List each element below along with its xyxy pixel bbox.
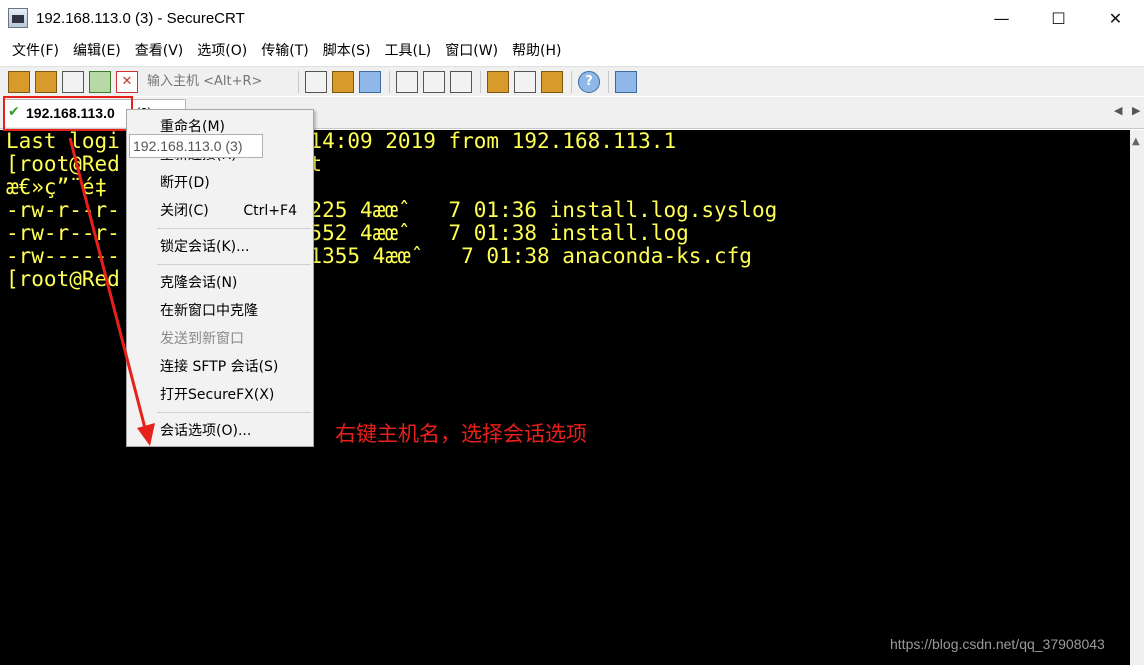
- toolbar-separator: [608, 70, 609, 93]
- ctx-lock-session[interactable]: 锁定会话(K)...: [127, 234, 313, 260]
- host-input[interactable]: [143, 70, 291, 93]
- menu-file[interactable]: 文件(F): [5, 38, 66, 64]
- ctx-clone-new-window[interactable]: 在新窗口中克隆: [127, 298, 313, 324]
- connect-icon[interactable]: [8, 70, 30, 93]
- menu-bar: 文件(F) 编辑(E) 查看(V) 选项(O) 传输(T) 脚本(S) 工具(L…: [0, 37, 1144, 65]
- ctx-lock-session-label: 锁定会话(K)...: [160, 239, 250, 255]
- sftp-icon[interactable]: [615, 70, 637, 93]
- ctx-clone-session-label: 克隆会话(N): [160, 275, 238, 291]
- global-options-icon[interactable]: [514, 70, 536, 93]
- terminal-line: [root@Red: [6, 267, 120, 291]
- maximize-button[interactable]: ☐: [1030, 0, 1087, 36]
- toolbar-separator: [298, 70, 299, 93]
- paste-icon[interactable]: [332, 70, 354, 93]
- help-question-glyph: ?: [585, 74, 593, 89]
- watermark: https://blog.csdn.net/qq_37908043: [890, 636, 1105, 652]
- annotation-text: 右键主机名，选择会话选项: [335, 422, 587, 446]
- session-options-icon[interactable]: [487, 70, 509, 93]
- menu-separator: [157, 412, 311, 413]
- ctx-clone-new-window-label: 在新窗口中克隆: [160, 303, 258, 319]
- ctx-open-securefx[interactable]: 打开SecureFX(X): [127, 382, 313, 408]
- ctx-close[interactable]: 关闭(C) Ctrl+F4: [127, 198, 313, 224]
- connect-in-tab-icon[interactable]: [62, 70, 84, 93]
- quick-connect-icon[interactable]: [35, 70, 57, 93]
- window-title: 192.168.113.0 (3) - SecureCRT: [36, 9, 245, 27]
- print-selection-icon[interactable]: [423, 70, 445, 93]
- ctx-disconnect[interactable]: 断开(D): [127, 170, 313, 196]
- scroll-up-icon[interactable]: ▲: [1132, 136, 1140, 147]
- toolbar-separator: [480, 70, 481, 93]
- toolbar-separator: [571, 70, 572, 93]
- menu-window[interactable]: 窗口(W): [438, 38, 505, 64]
- tab-scroll-right-icon[interactable]: ▶: [1132, 104, 1140, 117]
- vertical-scrollbar[interactable]: ▲: [1130, 130, 1144, 665]
- ctx-open-securefx-label: 打开SecureFX(X): [160, 387, 275, 403]
- toolbar: ✕ ?: [0, 66, 1144, 96]
- terminal-line: -rw-r--r- t 10225 4æœˆ 7 01:36 install.l…: [6, 198, 778, 222]
- toolbar-separator: [389, 70, 390, 93]
- ctx-clone-session[interactable]: 克隆会话(N): [127, 270, 313, 296]
- reconnect-icon[interactable]: [89, 70, 111, 93]
- tab-scroll-left-icon[interactable]: ◀: [1114, 104, 1122, 117]
- ctx-rename-label: 重命名(M): [160, 119, 226, 135]
- securecrt-window: 192.168.113.0 (3) - SecureCRT — ☐ ✕ 文件(F…: [0, 0, 1144, 665]
- menu-options[interactable]: 选项(O): [190, 38, 254, 64]
- keymap-icon[interactable]: [541, 70, 563, 93]
- menu-separator: [157, 228, 311, 229]
- find-icon[interactable]: [359, 70, 381, 93]
- menu-transfer[interactable]: 传输(T): [254, 38, 315, 64]
- disconnect-icon[interactable]: ✕: [116, 70, 138, 93]
- print-screen-icon[interactable]: [396, 70, 418, 93]
- menu-edit[interactable]: 编辑(E): [66, 38, 128, 64]
- copy-icon[interactable]: [305, 70, 327, 93]
- menu-help[interactable]: 帮助(H): [505, 38, 568, 64]
- terminal-line: Last logi 04:14:09 2019 from 192.168.113…: [6, 130, 677, 153]
- ctx-disconnect-label: 断开(D): [160, 175, 210, 191]
- close-button[interactable]: ✕: [1087, 0, 1144, 36]
- menu-separator: [157, 264, 311, 265]
- ctx-close-label: 关闭(C): [160, 203, 209, 219]
- ctx-connect-sftp[interactable]: 连接 SFTP 会话(S): [127, 354, 313, 380]
- ctx-connect-sftp-label: 连接 SFTP 会话(S): [160, 359, 279, 375]
- menu-tools[interactable]: 工具(L): [378, 38, 439, 64]
- terminal-line: -rw-r--r- t 46552 4æœˆ 7 01:38 install.l…: [6, 221, 689, 245]
- securecrt-app-icon: [8, 8, 28, 28]
- window-controls: — ☐ ✕: [973, 0, 1144, 36]
- terminal-line: æ€»ç”¨é‡: [6, 175, 108, 199]
- ctx-send-to-new-window-label: 发送到新窗口: [160, 331, 244, 347]
- help-icon[interactable]: ?: [578, 70, 600, 93]
- title-bar: 192.168.113.0 (3) - SecureCRT — ☐ ✕: [0, 0, 1144, 36]
- tab-tooltip: 192.168.113.0 (3): [129, 134, 263, 158]
- minimize-button[interactable]: —: [973, 0, 1030, 36]
- disconnect-x-glyph: ✕: [121, 74, 133, 89]
- terminal-line: -rw------ t 1355 4æœˆ 7 01:38 anaconda-k…: [6, 244, 752, 268]
- ctx-session-options-label: 会话选项(O)...: [160, 423, 252, 439]
- ctx-session-options[interactable]: 会话选项(O)...: [127, 418, 313, 444]
- ctx-close-shortcut: Ctrl+F4: [243, 203, 297, 219]
- tab-context-menu: 重命名(M) 重新连接(R) 断开(D) 关闭(C)Ctrl+F4 锁定会话(K…: [126, 109, 314, 447]
- tab-highlight-box: [3, 96, 133, 131]
- menu-view[interactable]: 查看(V): [128, 38, 191, 64]
- printer-icon[interactable]: [450, 70, 472, 93]
- ctx-send-to-new-window: 发送到新窗口: [127, 326, 313, 352]
- menu-script[interactable]: 脚本(S): [316, 38, 378, 64]
